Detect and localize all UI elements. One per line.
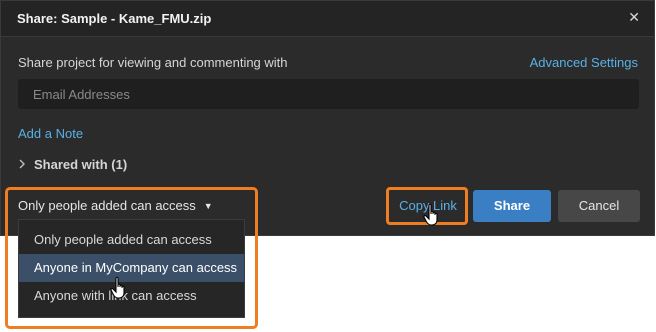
access-dropdown-menu: Only people added can access Anyone in M… — [18, 219, 245, 318]
shared-with-label: Shared with (1) — [34, 157, 128, 172]
cancel-button[interactable]: Cancel — [558, 190, 640, 222]
add-note-link[interactable]: Add a Note — [18, 126, 83, 141]
access-option-anyone-with-link[interactable]: Anyone with link can access — [19, 282, 244, 310]
email-addresses-input[interactable] — [18, 79, 639, 109]
copy-link-button[interactable]: Copy Link — [388, 190, 468, 222]
access-level-value: Only people added can access — [18, 198, 196, 213]
share-dialog: Share: Sample - Kame_FMU.zip ✕ Share pro… — [0, 0, 655, 236]
close-icon[interactable]: ✕ — [628, 9, 640, 26]
chevron-right-icon — [18, 157, 34, 172]
share-button[interactable]: Share — [473, 190, 551, 222]
caret-down-icon: ▼ — [203, 201, 213, 211]
advanced-settings-link[interactable]: Advanced Settings — [530, 55, 638, 70]
dialog-titlebar: Share: Sample - Kame_FMU.zip ✕ — [1, 1, 654, 37]
dialog-title: Share: Sample - Kame_FMU.zip — [17, 11, 212, 26]
access-option-added-only[interactable]: Only people added can access — [19, 226, 244, 254]
access-level-select[interactable]: Only people added can access ▼ — [18, 198, 213, 213]
shared-with-toggle[interactable]: Shared with (1) — [18, 157, 127, 172]
share-label: Share project for viewing and commenting… — [18, 55, 288, 70]
access-option-company[interactable]: Anyone in MyCompany can access — [19, 254, 244, 282]
